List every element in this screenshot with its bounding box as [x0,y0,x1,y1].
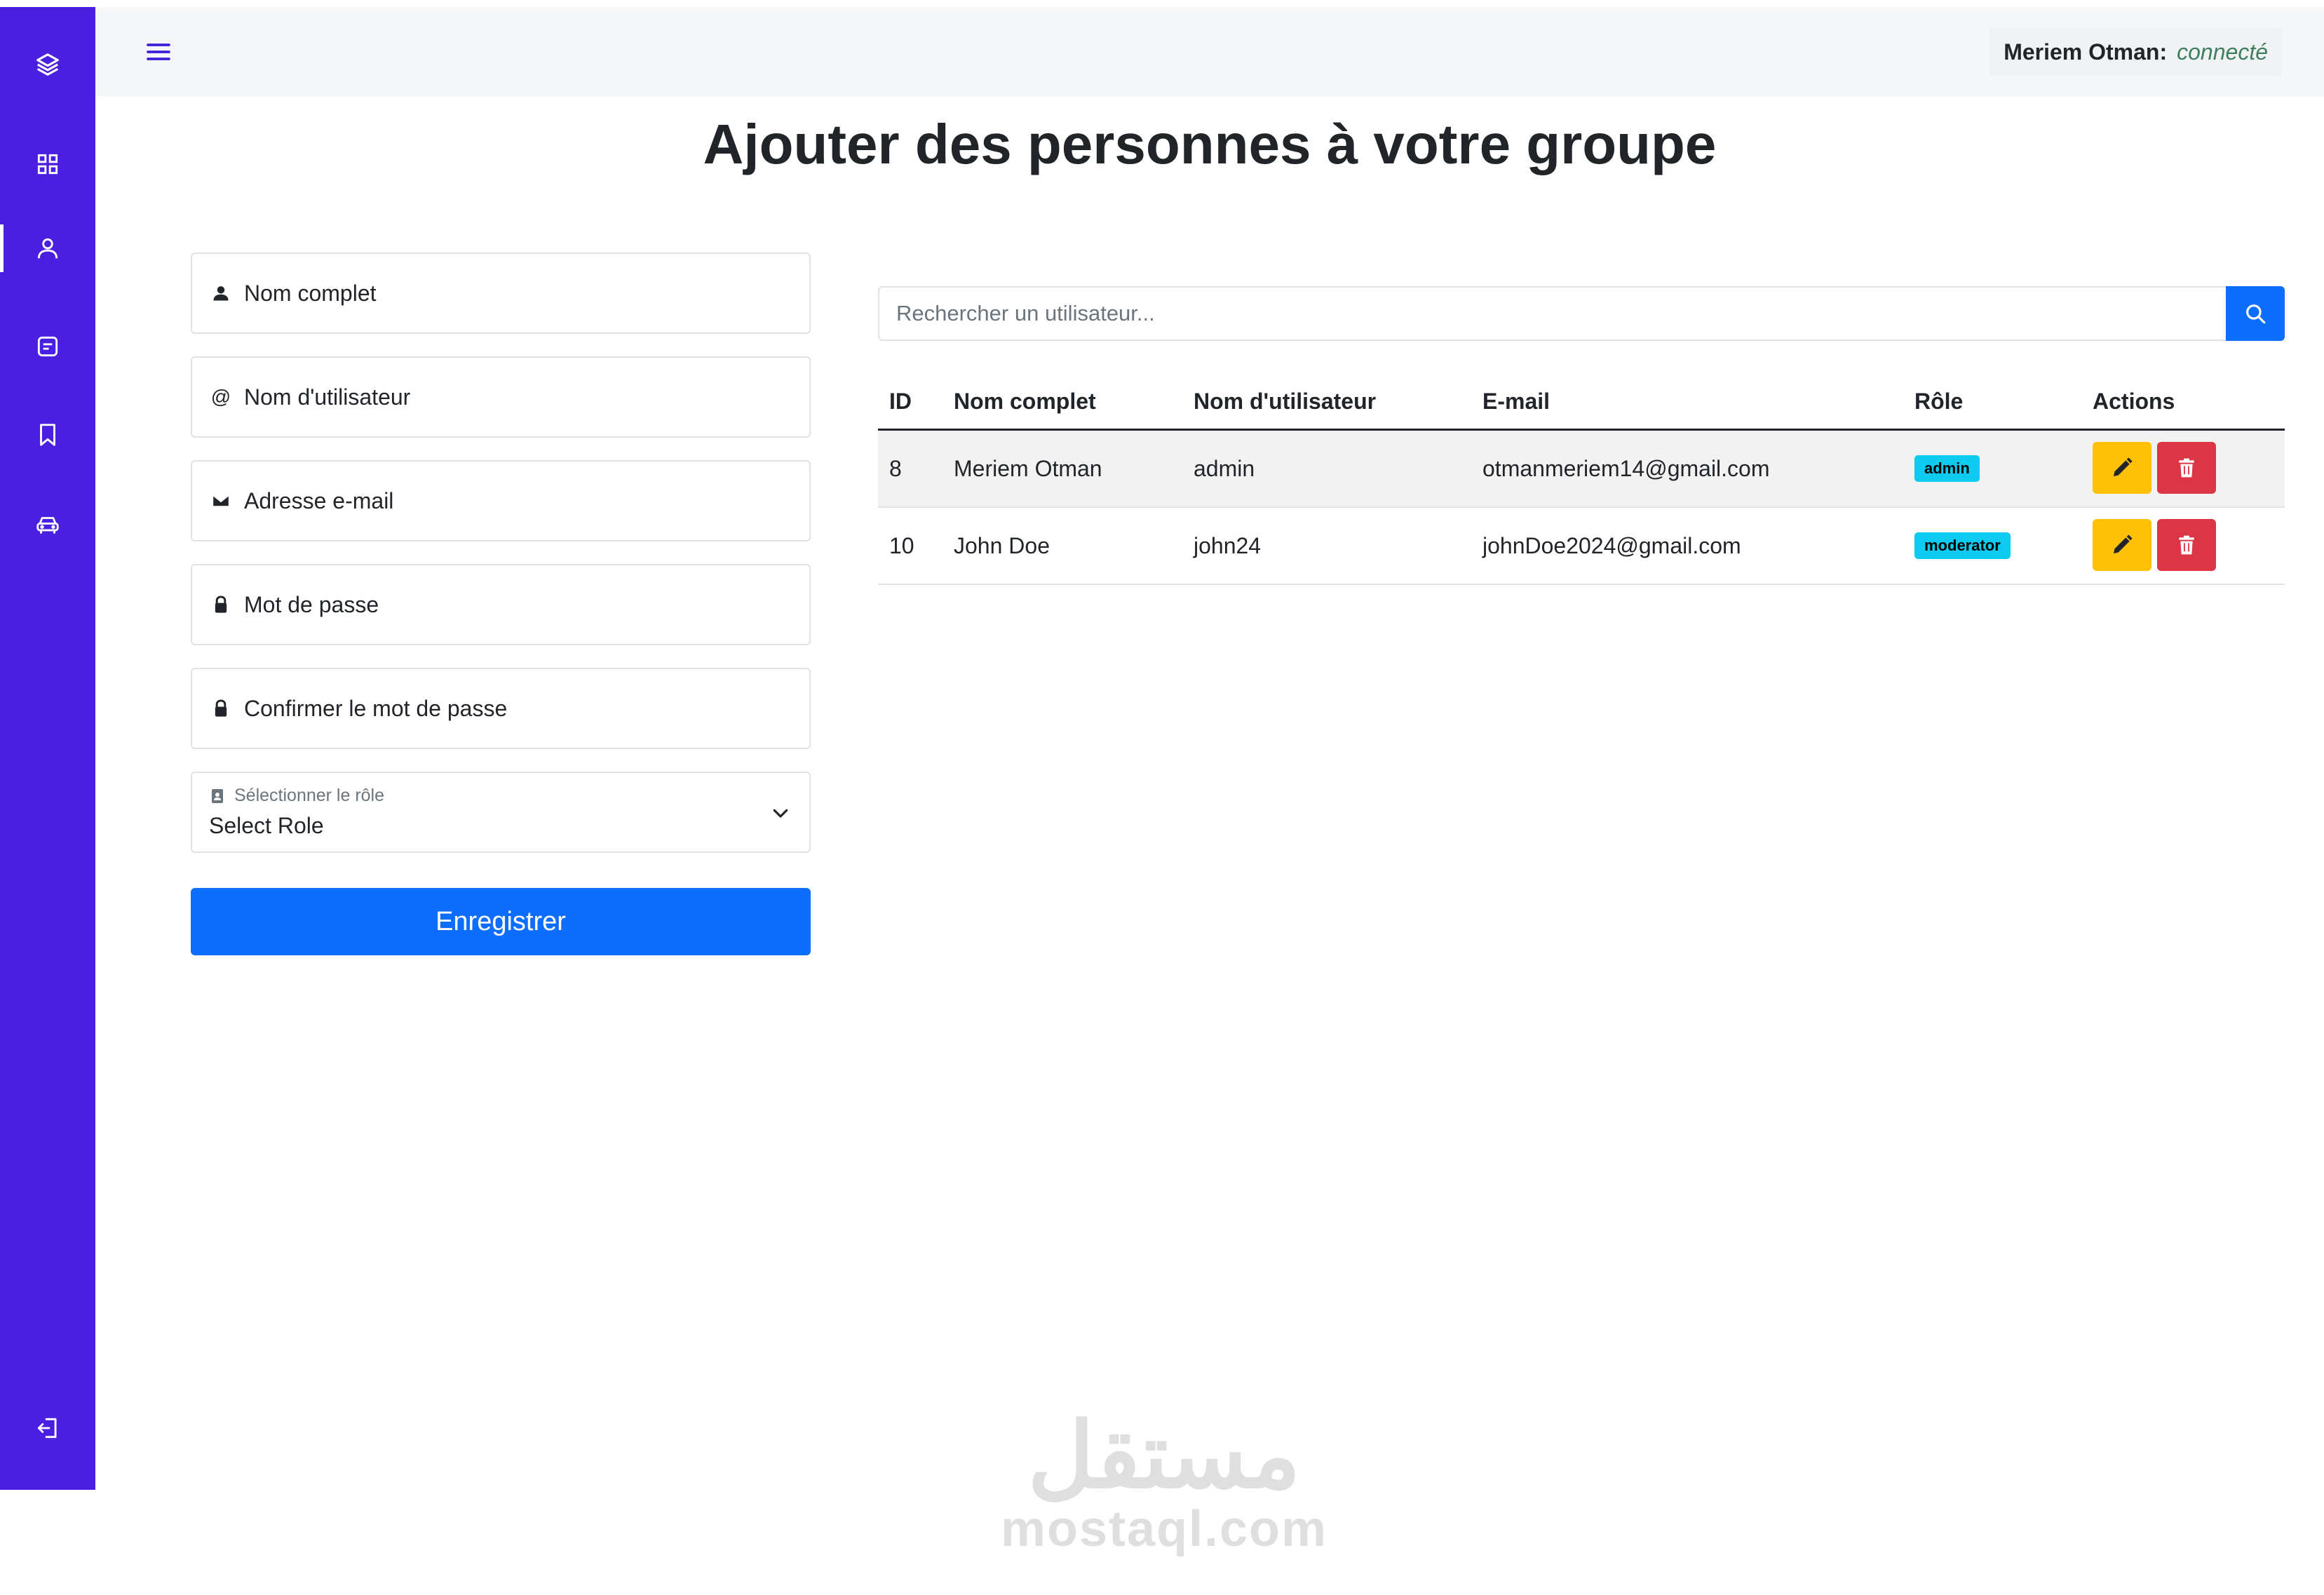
user-separator: : [2159,39,2168,65]
header-username: Nom d'utilisateur [1194,388,1377,414]
email-input[interactable]: Adresse e-mail [191,460,811,541]
search-icon [2246,304,2266,324]
role-badge: moderator [1914,532,2011,559]
header-actions: Actions [2093,388,2175,414]
cell-username: john24 [1194,532,1262,558]
table-row: 10 John Doe john24 johnDoe2024@gmail.com… [878,508,2285,585]
watermark-latin: mostaql.com [1000,1501,1328,1557]
cell-full-name: John Doe [954,532,1050,558]
lock-icon [210,594,231,615]
role-select-label: Sélectionner le rôle [209,786,384,806]
watermark-arabic: مستقل [1027,1404,1301,1507]
search-button[interactable] [2226,286,2285,341]
password-placeholder: Mot de passe [244,591,379,617]
cell-id: 10 [889,532,914,558]
bookmark-icon[interactable] [28,415,67,455]
username-placeholder: Nom d'utilisateur [244,384,411,410]
menu-toggle-icon[interactable] [142,35,175,69]
connection-status: connecté [2177,39,2268,65]
confirm-password-placeholder: Confirmer le mot de passe [244,695,508,721]
layers-icon[interactable] [28,45,67,84]
edit-button[interactable] [2093,519,2151,571]
table-header: ID Nom complet Nom d'utilisateur E-mail … [878,372,2285,431]
trash-icon [2179,458,2194,478]
envelope-icon [210,490,231,511]
logout-icon[interactable] [28,1408,67,1448]
at-icon: @ [210,386,231,408]
user-name: Meriem Otman [2004,39,2160,65]
trash-icon [2179,535,2194,555]
sidebar [0,7,95,1490]
chevron-down-icon[interactable] [770,802,791,823]
role-badge: admin [1914,455,1980,482]
cell-role: moderator [1914,508,2011,584]
delete-button[interactable] [2157,519,2216,571]
search-input[interactable]: Rechercher un utilisateur... [878,286,2227,341]
email-placeholder: Adresse e-mail [244,487,394,513]
header-role: Rôle [1914,388,1964,414]
role-label-text: Sélectionner le rôle [234,786,385,805]
pencil-icon [2114,457,2133,476]
delete-button[interactable] [2157,442,2216,494]
person-icon [210,283,231,304]
header-email: E-mail [1482,388,1551,414]
full-name-placeholder: Nom complet [244,280,377,306]
role-select[interactable]: Sélectionner le rôle Select Role [191,772,811,853]
password-input[interactable]: Mot de passe [191,564,811,645]
header-full-name: Nom complet [954,388,1096,414]
full-name-input[interactable]: Nom complet [191,253,811,334]
car-icon[interactable] [28,505,67,544]
note-icon[interactable] [28,327,67,366]
user-icon[interactable] [28,229,67,268]
app-window: Meriem Otman : connecté Ajouter des pers… [0,7,2324,1490]
username-input[interactable]: @ Nom d'utilisateur [191,356,811,438]
cell-role: admin [1914,431,1980,506]
cell-email: johnDoe2024@gmail.com [1482,532,1741,558]
cell-username: admin [1194,455,1255,481]
table-row: 8 Meriem Otman admin otmanmeriem14@gmail… [878,431,2285,508]
confirm-password-input[interactable]: Confirmer le mot de passe [191,668,811,749]
cell-full-name: Meriem Otman [954,455,1102,481]
contact-card-icon [212,788,223,803]
sidebar-active-indicator [0,224,4,272]
lock-icon [210,698,231,719]
watermark: مستقل mostaql.com [982,1410,1346,1557]
pencil-icon [2114,534,2133,553]
save-button[interactable]: Enregistrer [191,888,811,955]
cell-id: 8 [889,455,902,481]
cell-email: otmanmeriem14@gmail.com [1482,455,1770,481]
user-status: Meriem Otman : connecté [1989,28,2282,76]
grid-icon[interactable] [28,144,67,184]
page-title: Ajouter des personnes à votre groupe [703,113,1717,175]
edit-button[interactable] [2093,442,2151,494]
header-id: ID [889,388,912,414]
role-selected-value: Select Role [209,813,324,838]
top-bar: Meriem Otman : connecté [95,7,2324,97]
